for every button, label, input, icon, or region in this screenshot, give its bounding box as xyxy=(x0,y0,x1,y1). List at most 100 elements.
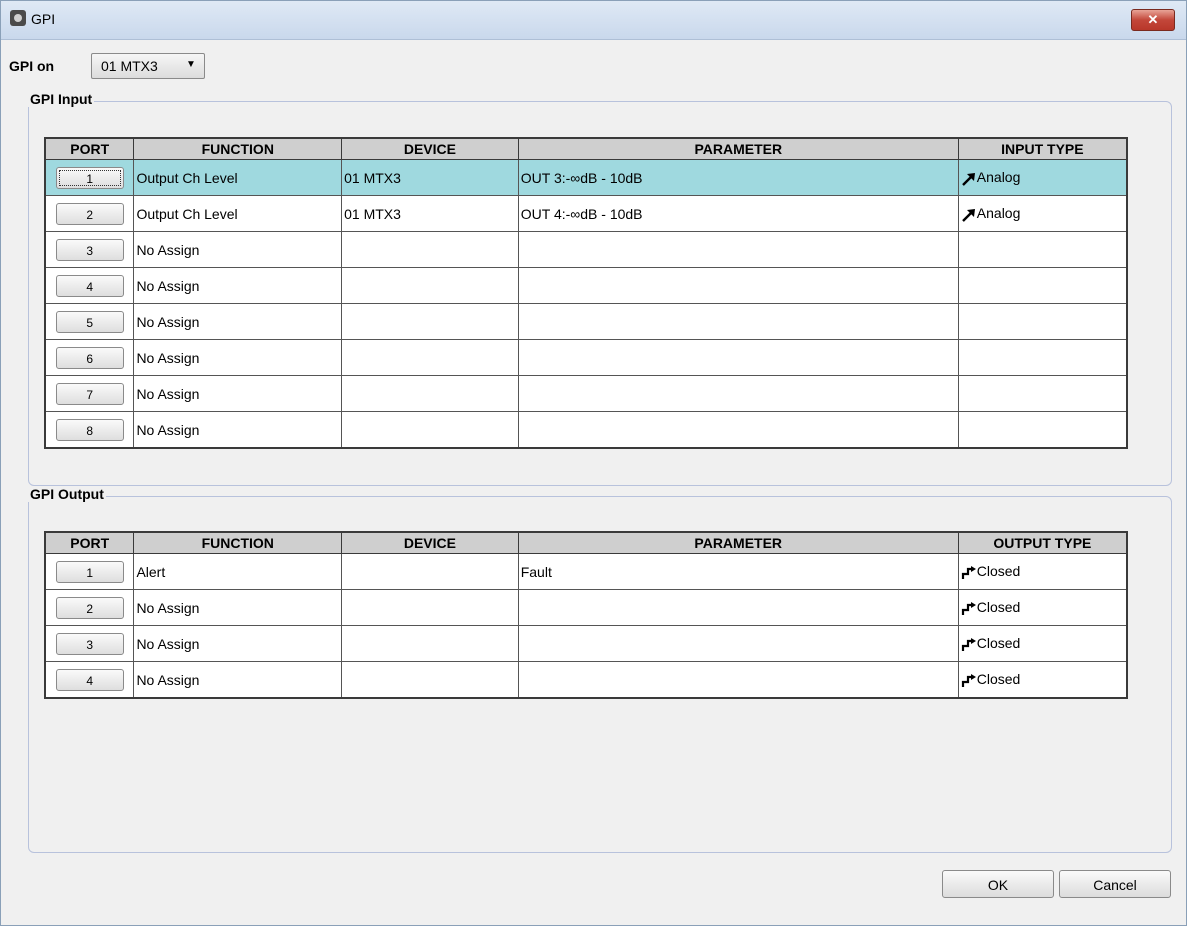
port-button[interactable]: 3 xyxy=(55,238,124,261)
table-header-row: PORT FUNCTION DEVICE PARAMETER INPUT TYP… xyxy=(44,137,1128,160)
gpi-dialog: GPI ✕ GPI on 01 MTX3 ▼ GPI Input PORT FU… xyxy=(0,0,1187,926)
type-cell[interactable] xyxy=(957,375,1128,412)
device-cell[interactable] xyxy=(341,375,519,412)
ok-button[interactable]: OK xyxy=(942,870,1054,898)
port-cell: 1 xyxy=(44,553,135,590)
parameter-cell[interactable] xyxy=(517,661,959,699)
parameter-cell[interactable]: OUT 4:-∞dB - 10dB xyxy=(517,195,959,232)
table-row[interactable]: 8 No Assign xyxy=(44,411,1128,449)
column-header-parameter: PARAMETER xyxy=(517,531,959,554)
function-cell[interactable]: Output Ch Level xyxy=(133,195,343,232)
table-row[interactable]: 1 Output Ch Level 01 MTX3 OUT 3:-∞dB - 10dB… xyxy=(44,159,1128,196)
gpi-input-table: PORT FUNCTION DEVICE PARAMETER INPUT TYP… xyxy=(44,137,1128,449)
parameter-cell[interactable] xyxy=(517,375,959,412)
type-cell[interactable]: Closed xyxy=(957,589,1128,626)
port-button[interactable]: 6 xyxy=(55,346,124,369)
type-cell[interactable] xyxy=(957,267,1128,304)
function-cell[interactable]: No Assign xyxy=(133,375,343,412)
device-cell[interactable] xyxy=(341,339,519,376)
parameter-cell[interactable] xyxy=(517,231,959,268)
port-cell: 5 xyxy=(44,303,135,340)
step-arrow-icon xyxy=(961,635,977,651)
function-cell[interactable]: No Assign xyxy=(133,267,343,304)
device-cell[interactable] xyxy=(341,231,519,268)
window-title: GPI xyxy=(31,11,56,27)
device-cell[interactable] xyxy=(341,553,519,590)
function-cell[interactable]: No Assign xyxy=(133,339,343,376)
type-cell[interactable] xyxy=(957,231,1128,268)
function-cell[interactable]: No Assign xyxy=(133,625,343,662)
function-cell[interactable]: No Assign xyxy=(133,661,343,699)
parameter-cell[interactable] xyxy=(517,339,959,376)
port-button[interactable]: 3 xyxy=(55,632,124,655)
table-row[interactable]: 7 No Assign xyxy=(44,375,1128,412)
type-cell[interactable]: Closed xyxy=(957,553,1128,590)
port-button[interactable]: 8 xyxy=(55,418,124,441)
port-button[interactable]: 2 xyxy=(55,596,124,619)
parameter-cell[interactable] xyxy=(517,411,959,449)
device-cell[interactable] xyxy=(341,267,519,304)
device-cell[interactable]: 01 MTX3 xyxy=(341,159,519,196)
port-cell: 7 xyxy=(44,375,135,412)
port-button[interactable]: 7 xyxy=(55,382,124,405)
port-cell: 3 xyxy=(44,625,135,662)
device-cell[interactable] xyxy=(341,589,519,626)
type-label: Analog xyxy=(976,169,1021,186)
port-cell: 8 xyxy=(44,411,135,449)
type-cell[interactable] xyxy=(957,303,1128,340)
port-button[interactable]: 5 xyxy=(55,310,124,333)
table-row[interactable]: 3 No Assign Closed xyxy=(44,625,1128,662)
device-cell[interactable] xyxy=(341,303,519,340)
device-cell[interactable]: 01 MTX3 xyxy=(341,195,519,232)
parameter-cell[interactable] xyxy=(517,625,959,662)
port-button[interactable]: 2 xyxy=(55,202,124,225)
table-row[interactable]: 2 Output Ch Level 01 MTX3 OUT 4:-∞dB - 10dB… xyxy=(44,195,1128,232)
type-cell[interactable] xyxy=(957,411,1128,449)
function-cell[interactable]: Alert xyxy=(133,553,343,590)
device-cell[interactable] xyxy=(341,625,519,662)
parameter-cell[interactable] xyxy=(517,589,959,626)
device-cell[interactable] xyxy=(341,661,519,699)
function-cell[interactable]: No Assign xyxy=(133,411,343,449)
type-cell[interactable] xyxy=(957,339,1128,376)
type-cell[interactable]: Closed xyxy=(957,661,1128,699)
port-button[interactable]: 4 xyxy=(55,668,124,691)
column-header-function: FUNCTION xyxy=(133,531,343,554)
parameter-cell[interactable] xyxy=(517,267,959,304)
table-row[interactable]: 6 No Assign xyxy=(44,339,1128,376)
table-row[interactable]: 4 No Assign xyxy=(44,267,1128,304)
type-cell[interactable]: Closed xyxy=(957,625,1128,662)
type-cell[interactable]: Analog xyxy=(957,195,1128,232)
gpi-on-select[interactable]: 01 MTX3 ▼ xyxy=(91,53,205,79)
type-cell[interactable]: Analog xyxy=(957,159,1128,196)
column-header-input-type: INPUT TYPE xyxy=(957,137,1128,160)
port-button[interactable]: 1 xyxy=(55,560,124,583)
table-row[interactable]: 1 Alert Fault Closed xyxy=(44,553,1128,590)
title-bar: GPI ✕ xyxy=(1,1,1186,40)
parameter-cell[interactable]: Fault xyxy=(517,553,959,590)
table-row[interactable]: 4 No Assign Closed xyxy=(44,661,1128,699)
close-button[interactable]: ✕ xyxy=(1131,9,1175,31)
function-cell[interactable]: No Assign xyxy=(133,231,343,268)
column-header-port: PORT xyxy=(44,531,135,554)
port-cell: 6 xyxy=(44,339,135,376)
column-header-port: PORT xyxy=(44,137,135,160)
device-cell[interactable] xyxy=(341,411,519,449)
function-cell[interactable]: Output Ch Level xyxy=(133,159,343,196)
cancel-button[interactable]: Cancel xyxy=(1059,870,1171,898)
parameter-cell[interactable] xyxy=(517,303,959,340)
chevron-down-icon: ▼ xyxy=(186,59,196,70)
port-cell: 3 xyxy=(44,231,135,268)
function-cell[interactable]: No Assign xyxy=(133,303,343,340)
table-row[interactable]: 5 No Assign xyxy=(44,303,1128,340)
port-button[interactable]: 1 xyxy=(55,166,124,189)
step-arrow-icon xyxy=(961,563,977,579)
table-row[interactable]: 3 No Assign xyxy=(44,231,1128,268)
parameter-cell[interactable]: OUT 3:-∞dB - 10dB xyxy=(517,159,959,196)
port-cell: 2 xyxy=(44,195,135,232)
port-button[interactable]: 4 xyxy=(55,274,124,297)
gpi-on-label: GPI on xyxy=(9,58,55,74)
function-cell[interactable]: No Assign xyxy=(133,589,343,626)
type-label: Closed xyxy=(976,599,1021,616)
table-row[interactable]: 2 No Assign Closed xyxy=(44,589,1128,626)
